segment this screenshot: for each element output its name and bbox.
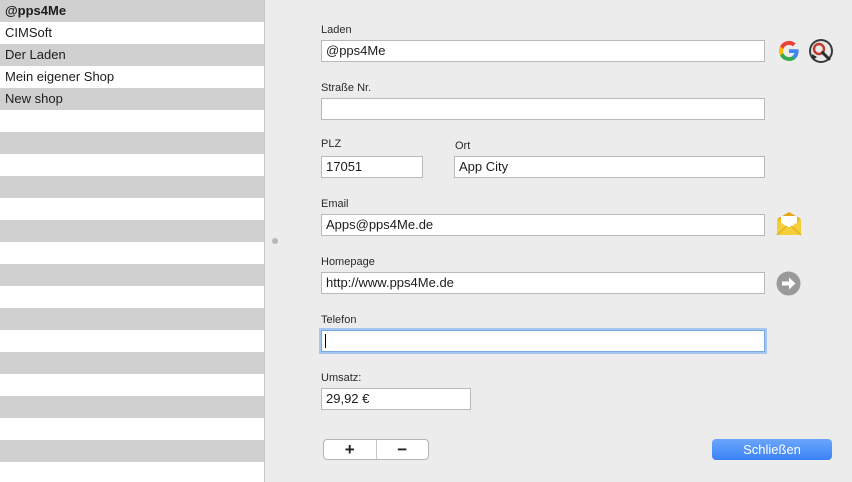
umsatz-field[interactable]: 29,92 € (321, 388, 471, 410)
strasse-label: Straße Nr. (321, 82, 372, 94)
telefon-label: Telefon (321, 314, 357, 326)
empty-row (0, 154, 264, 176)
empty-row (0, 352, 264, 374)
list-item[interactable]: Mein eigener Shop (0, 66, 264, 88)
email-field[interactable]: Apps@pps4Me.de (321, 214, 765, 236)
empty-row (0, 418, 264, 440)
empty-row (0, 264, 264, 286)
list-item[interactable]: Der Laden (0, 44, 264, 66)
empty-row (0, 132, 264, 154)
empty-row (0, 110, 264, 132)
empty-row (0, 242, 264, 264)
homepage-label: Homepage (321, 256, 375, 268)
homepage-field[interactable]: http://www.pps4Me.de (321, 272, 765, 294)
strasse-field[interactable] (321, 98, 765, 120)
laden-field[interactable]: @pps4Me (321, 40, 765, 62)
empty-row (0, 462, 264, 482)
empty-row (0, 198, 264, 220)
empty-row (0, 330, 264, 352)
shop-list[interactable]: @pps4Me CIMSoft Der Laden Mein eigener S… (0, 0, 265, 482)
empty-row (0, 220, 264, 242)
google-icon[interactable] (777, 39, 801, 63)
ort-field[interactable]: App City (454, 156, 765, 178)
empty-row (0, 440, 264, 462)
empty-row (0, 176, 264, 198)
close-button[interactable]: Schließen (712, 439, 832, 460)
telefon-field[interactable] (321, 330, 765, 352)
empty-row (0, 396, 264, 418)
laden-label: Laden (321, 24, 352, 36)
text-cursor (325, 334, 326, 348)
empty-row (0, 374, 264, 396)
map-search-icon[interactable] (808, 38, 834, 64)
plz-label: PLZ (321, 138, 342, 150)
list-item[interactable]: CIMSoft (0, 22, 264, 44)
empty-row (0, 286, 264, 308)
ort-label: Ort (455, 140, 471, 152)
umsatz-label: Umsatz: (321, 372, 362, 384)
mail-envelope-icon[interactable] (776, 211, 802, 237)
remove-button[interactable]: − (377, 440, 429, 459)
arrow-right-circle-icon[interactable] (776, 271, 801, 296)
list-item[interactable]: New shop (0, 88, 264, 110)
email-label: Email (321, 198, 349, 210)
list-item[interactable]: @pps4Me (0, 0, 264, 22)
split-view-handle[interactable] (272, 238, 278, 244)
add-remove-segmented-control: + − (323, 439, 429, 460)
plz-field[interactable]: 17051 (321, 156, 423, 178)
add-button[interactable]: + (324, 440, 377, 459)
empty-row (0, 308, 264, 330)
